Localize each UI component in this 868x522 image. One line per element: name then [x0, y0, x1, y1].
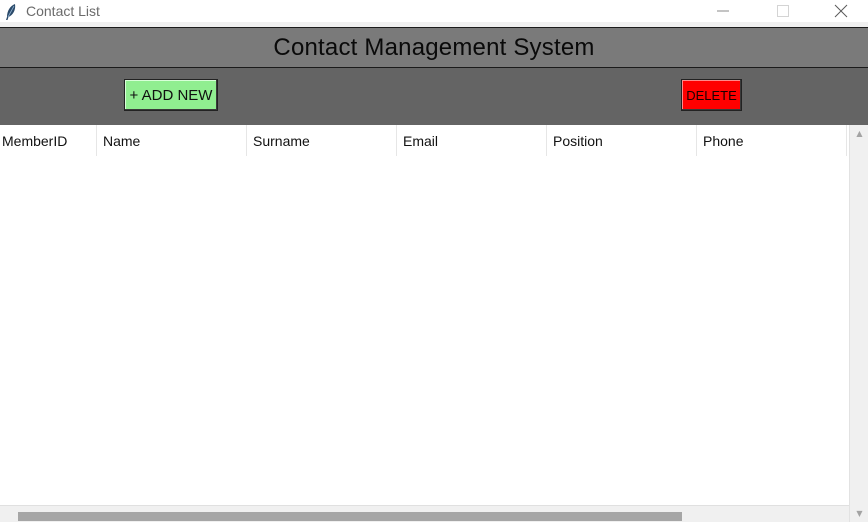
- table-body[interactable]: [0, 156, 849, 505]
- column-header-email[interactable]: Email: [397, 125, 547, 156]
- contact-table[interactable]: MemberID Name Surname Email Position Pho…: [0, 125, 849, 505]
- horizontal-scrollbar[interactable]: [0, 505, 849, 522]
- minimize-icon: [717, 10, 729, 12]
- scroll-up-icon[interactable]: ▲: [850, 125, 868, 142]
- scroll-down-icon[interactable]: ▼: [850, 505, 868, 522]
- table-header: MemberID Name Surname Email Position Pho…: [0, 125, 849, 156]
- minimize-button[interactable]: [700, 0, 746, 22]
- vertical-scrollbar[interactable]: ▲ ▼: [849, 125, 868, 522]
- window-title: Contact List: [26, 3, 100, 19]
- feather-icon: [6, 3, 16, 20]
- header-bar: Contact Management System: [0, 27, 868, 68]
- column-header-position[interactable]: Position: [547, 125, 697, 156]
- add-new-button[interactable]: + ADD NEW: [124, 79, 218, 111]
- delete-button[interactable]: DELETE: [681, 79, 742, 111]
- page-title: Contact Management System: [273, 33, 595, 61]
- column-header-memberid[interactable]: MemberID: [0, 125, 97, 156]
- app-window: Contact List Contact Management System +…: [0, 0, 868, 522]
- column-header-phone[interactable]: Phone: [697, 125, 847, 156]
- column-header-surname[interactable]: Surname: [247, 125, 397, 156]
- close-icon: [834, 4, 848, 18]
- close-button[interactable]: [818, 0, 864, 22]
- maximize-icon: [777, 5, 789, 17]
- column-header-name[interactable]: Name: [97, 125, 247, 156]
- horizontal-scroll-thumb[interactable]: [18, 512, 682, 521]
- title-bar: Contact List: [0, 0, 868, 22]
- maximize-button[interactable]: [760, 0, 806, 22]
